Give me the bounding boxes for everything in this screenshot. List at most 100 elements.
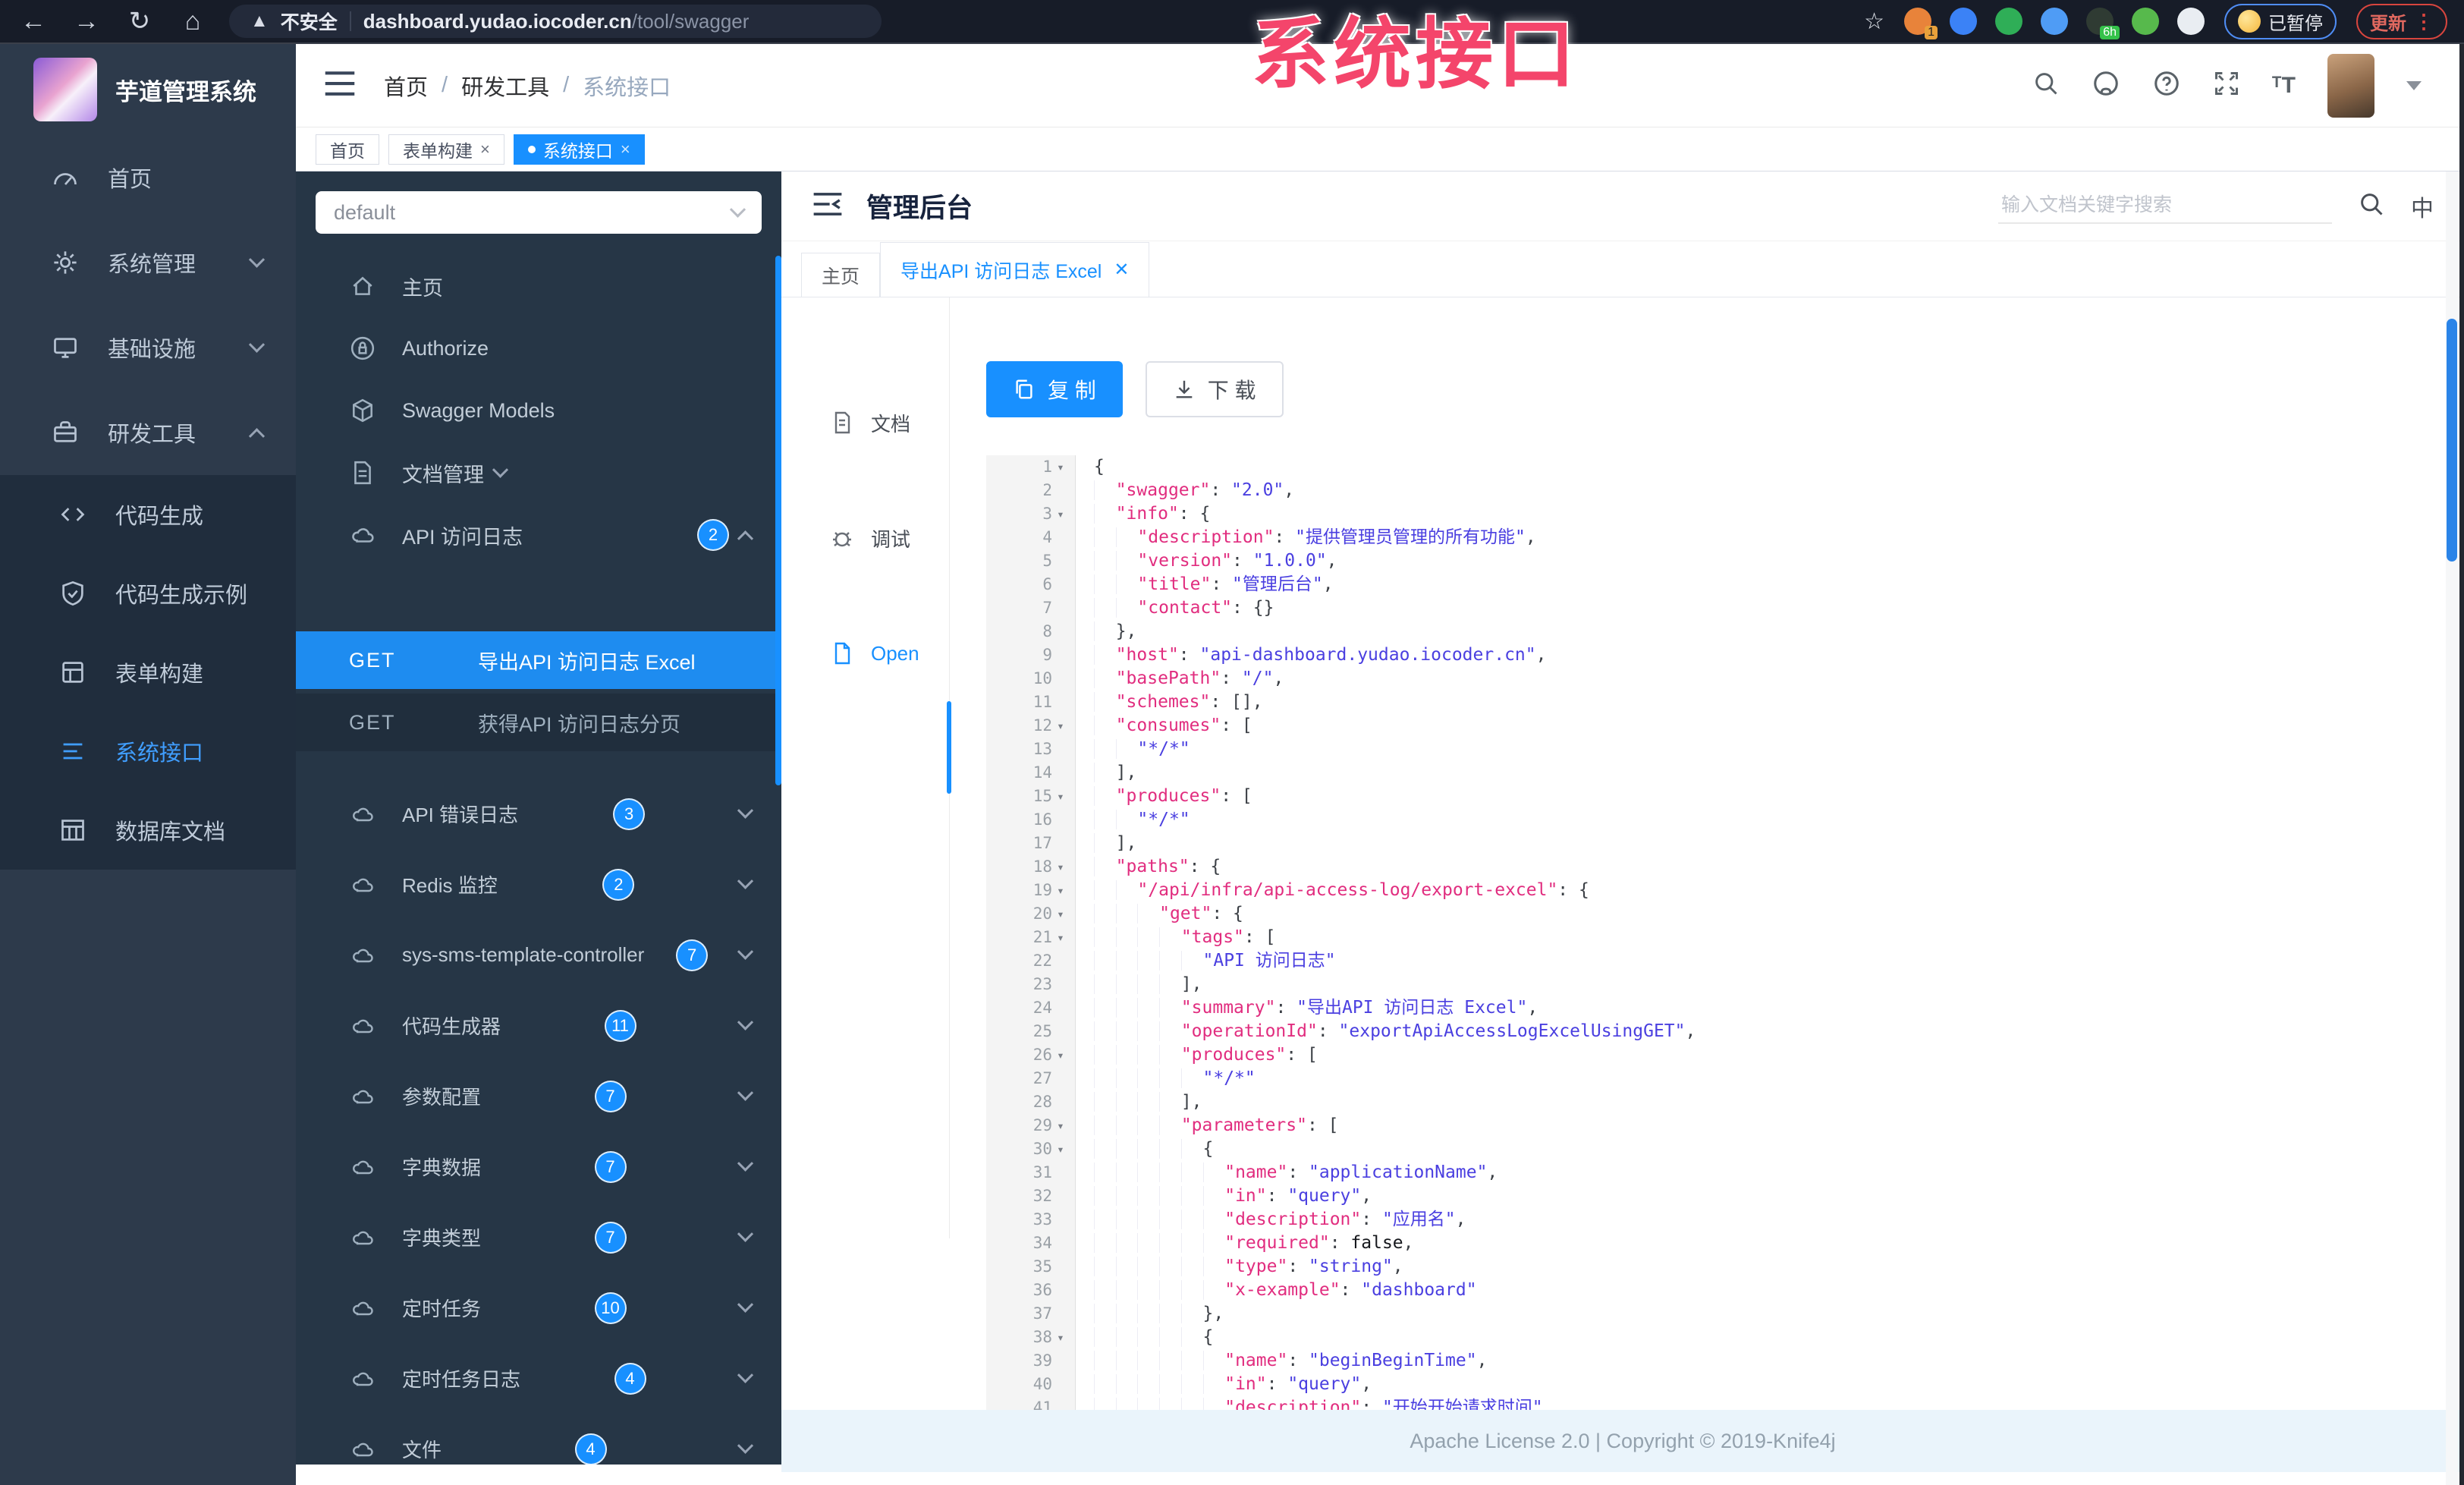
line-number[interactable]: 29 ▾ bbox=[986, 1114, 1076, 1137]
operation-export-excel[interactable]: GET 导出API 访问日志 Excel bbox=[296, 631, 781, 689]
help-icon[interactable] bbox=[2152, 69, 2181, 102]
sidebar-item-system-api[interactable]: 系统接口 bbox=[0, 712, 296, 791]
line-number[interactable]: 6 bbox=[986, 573, 1076, 596]
download-button[interactable]: 下 载 bbox=[1145, 361, 1284, 417]
browser-update-pill[interactable]: 更新 ⋮ bbox=[2356, 3, 2447, 39]
swagger-group-row[interactable]: 参数配置 7 bbox=[296, 1061, 781, 1131]
line-number[interactable]: 34 bbox=[986, 1232, 1076, 1255]
side-nav-open[interactable]: Open bbox=[781, 615, 949, 691]
line-number[interactable]: 33 bbox=[986, 1208, 1076, 1232]
line-number[interactable]: 24 bbox=[986, 996, 1076, 1020]
address-bar[interactable]: ▲ 不安全 dashboard.yudao.iocoder.cn/tool/sw… bbox=[229, 5, 882, 38]
line-number[interactable]: 4 bbox=[986, 526, 1076, 549]
side-nav-debug[interactable]: 调试 bbox=[781, 500, 949, 576]
main-scrollbar-track[interactable] bbox=[2446, 171, 2458, 1485]
tag-tab-form-builder[interactable]: 表单构建 × bbox=[388, 134, 504, 165]
swagger-group-row[interactable]: 字典数据 7 bbox=[296, 1131, 781, 1202]
fold-arrow-icon[interactable]: ▾ bbox=[1052, 926, 1069, 949]
sidebar-item-codegen[interactable]: 代码生成 bbox=[0, 475, 296, 554]
line-number[interactable]: 18 ▾ bbox=[986, 855, 1076, 879]
swagger-group-row[interactable]: sys-sms-template-controller 7 bbox=[296, 920, 781, 990]
line-number[interactable]: 32 bbox=[986, 1185, 1076, 1208]
swagger-group-row[interactable]: Redis 监控 2 bbox=[296, 849, 781, 920]
browser-forward-icon[interactable]: → bbox=[70, 7, 103, 36]
copy-button[interactable]: 复 制 bbox=[986, 361, 1123, 417]
sidebar-item-db-doc[interactable]: 数据库文档 bbox=[0, 791, 296, 870]
browser-menu-icon[interactable]: ⋮ bbox=[2414, 10, 2434, 33]
fullscreen-icon[interactable] bbox=[2213, 70, 2240, 101]
extension-green-circle[interactable] bbox=[1995, 8, 2022, 35]
line-number[interactable]: 1 ▾ bbox=[986, 455, 1076, 479]
swagger-nav-doc-manage[interactable]: 文档管理 bbox=[296, 442, 781, 504]
line-number[interactable]: 7 bbox=[986, 596, 1076, 620]
breadcrumb-home[interactable]: 首页 bbox=[384, 70, 428, 102]
line-number[interactable]: 8 bbox=[986, 620, 1076, 643]
line-number[interactable]: 40 bbox=[986, 1373, 1076, 1396]
line-number[interactable]: 17 bbox=[986, 832, 1076, 855]
line-number[interactable]: 5 bbox=[986, 549, 1076, 573]
logo-row[interactable]: 芋道管理系统 bbox=[0, 44, 296, 135]
line-number[interactable]: 22 bbox=[986, 949, 1076, 973]
line-number[interactable]: 38 ▾ bbox=[986, 1326, 1076, 1349]
fold-arrow-icon[interactable]: ▾ bbox=[1052, 879, 1069, 902]
line-number[interactable]: 15 ▾ bbox=[986, 785, 1076, 808]
fold-arrow-icon[interactable]: ▾ bbox=[1052, 502, 1069, 526]
sidebar-collapse-icon[interactable] bbox=[323, 68, 357, 102]
api-group-select[interactable]: default bbox=[316, 191, 762, 234]
language-toggle-icon[interactable]: 中 bbox=[2411, 190, 2434, 223]
fold-arrow-icon[interactable]: ▾ bbox=[1052, 1137, 1069, 1161]
line-number[interactable]: 27 bbox=[986, 1067, 1076, 1090]
avatar[interactable] bbox=[2327, 53, 2374, 118]
extension-dark-bottle[interactable]: 6h bbox=[2086, 8, 2120, 39]
line-number[interactable]: 13 bbox=[986, 738, 1076, 761]
sidebar-item-home[interactable]: 首页 bbox=[0, 135, 296, 220]
panel-scrollbar-thumb[interactable] bbox=[775, 256, 781, 785]
line-number[interactable]: 9 bbox=[986, 643, 1076, 667]
line-number[interactable]: 23 bbox=[986, 973, 1076, 996]
line-number[interactable]: 36 bbox=[986, 1279, 1076, 1302]
doc-search-input[interactable] bbox=[1998, 188, 2332, 224]
swagger-group-row[interactable]: 文件 4 bbox=[296, 1414, 781, 1465]
line-number[interactable]: 35 bbox=[986, 1255, 1076, 1279]
line-number[interactable]: 31 bbox=[986, 1161, 1076, 1185]
fold-arrow-icon[interactable]: ▾ bbox=[1052, 714, 1069, 738]
line-number[interactable]: 41 bbox=[986, 1396, 1076, 1410]
bookmark-star-icon[interactable]: ☆ bbox=[1864, 8, 1884, 35]
line-number[interactable]: 12 ▾ bbox=[986, 714, 1076, 738]
security-label[interactable]: 不安全 bbox=[281, 8, 338, 35]
profile-paused-pill[interactable]: 已暂停 bbox=[2224, 3, 2337, 39]
fold-arrow-icon[interactable]: ▾ bbox=[1052, 785, 1069, 808]
url-text[interactable]: dashboard.yudao.iocoder.cn/tool/swagger bbox=[363, 10, 750, 33]
doc-collapse-icon[interactable] bbox=[812, 190, 844, 222]
swagger-group-row[interactable]: 定时任务 10 bbox=[296, 1273, 781, 1343]
swagger-group-row[interactable]: 代码生成器 11 bbox=[296, 990, 781, 1061]
swagger-nav-models[interactable]: Swagger Models bbox=[296, 379, 781, 442]
github-icon[interactable] bbox=[2092, 69, 2120, 102]
sidebar-item-form-builder[interactable]: 表单构建 bbox=[0, 633, 296, 712]
line-number[interactable]: 10 bbox=[986, 667, 1076, 691]
browser-reload-icon[interactable]: ↻ bbox=[123, 6, 156, 36]
extension-white-paw[interactable] bbox=[2177, 8, 2205, 35]
doc-tab-export-excel[interactable]: 导出API 访问日志 Excel ✕ bbox=[880, 242, 1150, 297]
sidebar-item-codegen-demo[interactable]: 代码生成示例 bbox=[0, 554, 296, 633]
line-number[interactable]: 3 ▾ bbox=[986, 502, 1076, 526]
swagger-group-row[interactable]: 定时任务日志 4 bbox=[296, 1343, 781, 1414]
fold-arrow-icon[interactable]: ▾ bbox=[1052, 1043, 1069, 1067]
swagger-group-row[interactable]: 字典类型 7 bbox=[296, 1202, 781, 1273]
line-number[interactable]: 14 bbox=[986, 761, 1076, 785]
swagger-group-row[interactable]: API 错误日志 3 bbox=[296, 779, 781, 849]
fold-arrow-icon[interactable]: ▾ bbox=[1052, 902, 1069, 926]
search-icon[interactable] bbox=[2358, 190, 2385, 222]
tag-tab-home[interactable]: 首页 bbox=[316, 134, 379, 165]
sidebar-item-system[interactable]: 系统管理 bbox=[0, 220, 296, 305]
line-number[interactable]: 37 bbox=[986, 1302, 1076, 1326]
line-number[interactable]: 16 bbox=[986, 808, 1076, 832]
close-icon[interactable]: × bbox=[480, 140, 490, 159]
line-number[interactable]: 2 bbox=[986, 479, 1076, 502]
line-number[interactable]: 39 bbox=[986, 1349, 1076, 1373]
main-scrollbar-thumb[interactable] bbox=[2447, 319, 2457, 562]
extension-green-leaf[interactable] bbox=[2132, 8, 2159, 35]
extension-blue-drop[interactable] bbox=[1950, 8, 1977, 35]
line-number[interactable]: 21 ▾ bbox=[986, 926, 1076, 949]
code-editor[interactable]: 1 ▾ {2 "swagger": "2.0", 3 ▾ "info": {4 "des… bbox=[986, 455, 2443, 1410]
